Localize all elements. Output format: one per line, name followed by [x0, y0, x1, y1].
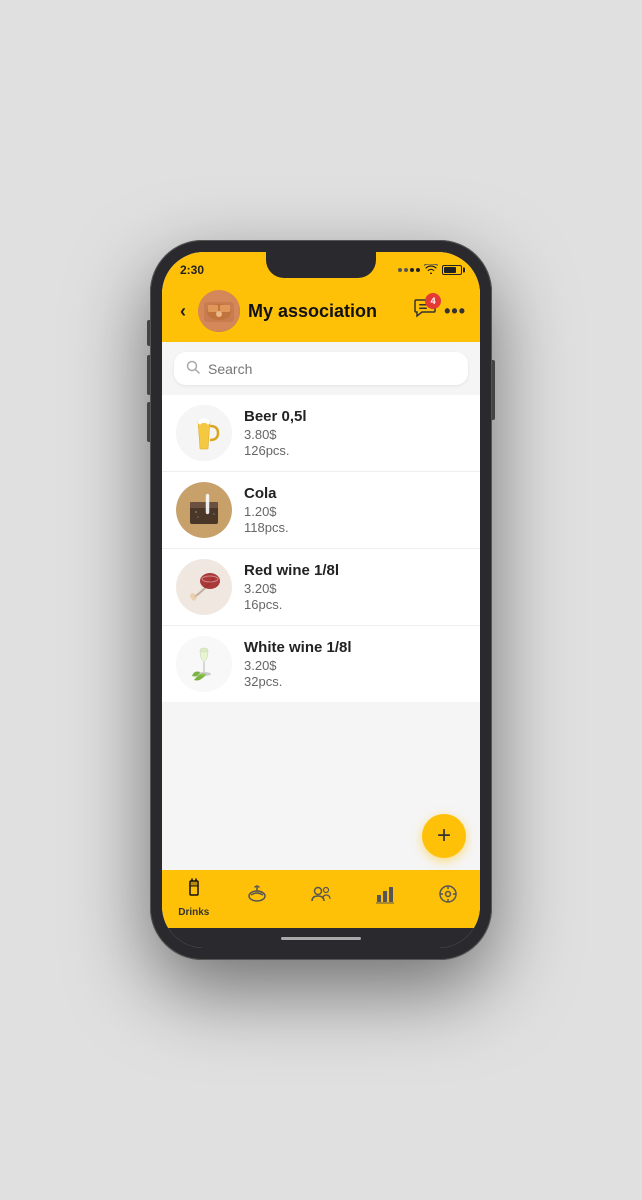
status-time: 2:30	[180, 263, 204, 277]
nav-item-settings[interactable]	[416, 883, 480, 911]
item-qty: 32pcs.	[244, 674, 466, 689]
items-list: Beer 0,5l 3.80$ 126pcs.	[162, 395, 480, 702]
signal-dot-2	[404, 268, 408, 272]
item-name: Red wine 1/8l	[244, 562, 466, 579]
list-item[interactable]: White wine 1/8l 3.20$ 32pcs.	[162, 626, 480, 702]
search-input[interactable]	[208, 361, 456, 377]
item-name: White wine 1/8l	[244, 639, 466, 656]
status-icons	[398, 264, 462, 277]
app-header: ‹ My association	[162, 284, 480, 342]
item-image-beer	[176, 405, 232, 461]
battery-icon	[442, 265, 462, 275]
signal-dot-4	[416, 268, 420, 272]
stats-icon	[374, 883, 396, 911]
wifi-icon	[424, 264, 438, 277]
item-price: 3.80$	[244, 427, 466, 442]
item-qty: 16pcs.	[244, 597, 466, 612]
header-actions: 4 •••	[414, 298, 466, 324]
item-qty: 126pcs.	[244, 443, 466, 458]
volume-down-button[interactable]	[147, 355, 150, 395]
scroll-container: Beer 0,5l 3.80$ 126pcs.	[162, 342, 480, 870]
drinks-nav-label: Drinks	[178, 907, 209, 918]
signal-dot-1	[398, 268, 402, 272]
item-name: Beer 0,5l	[244, 408, 466, 425]
item-info-red-wine: Red wine 1/8l 3.20$ 16pcs.	[244, 562, 466, 612]
home-indicator	[162, 928, 480, 948]
power-button[interactable]	[492, 360, 495, 420]
phone-screen: 2:30	[162, 252, 480, 948]
search-icon	[186, 360, 200, 377]
item-image-red-wine	[176, 559, 232, 615]
list-item[interactable]: Cola 1.20$ 118pcs.	[162, 472, 480, 549]
page-title: My association	[248, 301, 406, 322]
add-item-button[interactable]: +	[422, 814, 466, 858]
nav-item-members[interactable]	[289, 883, 353, 911]
notification-count: 4	[425, 293, 441, 309]
item-price: 3.20$	[244, 581, 466, 596]
item-price: 3.20$	[244, 658, 466, 673]
more-options-button[interactable]: •••	[444, 301, 466, 322]
signal-dot-3	[410, 268, 414, 272]
members-icon	[310, 883, 332, 911]
notch	[266, 252, 376, 278]
item-info-white-wine: White wine 1/8l 3.20$ 32pcs.	[244, 639, 466, 689]
list-item[interactable]: Beer 0,5l 3.80$ 126pcs.	[162, 395, 480, 472]
item-qty: 118pcs.	[244, 520, 466, 535]
volume-up-button[interactable]	[147, 320, 150, 346]
item-name: Cola	[244, 485, 466, 502]
nav-item-drinks[interactable]: Drinks	[162, 877, 226, 918]
back-button[interactable]: ‹	[176, 299, 190, 324]
avatar-image	[198, 290, 240, 332]
notifications-button[interactable]: 4	[414, 298, 436, 324]
search-container	[162, 342, 480, 395]
item-info-beer: Beer 0,5l 3.80$ 126pcs.	[244, 408, 466, 458]
content-area: Beer 0,5l 3.80$ 126pcs.	[162, 342, 480, 870]
settings-icon	[437, 883, 459, 911]
search-box[interactable]	[174, 352, 468, 385]
item-price: 1.20$	[244, 504, 466, 519]
phone-shell: 2:30	[150, 240, 492, 960]
home-bar	[281, 937, 361, 940]
food-icon	[246, 883, 268, 911]
list-item[interactable]: Red wine 1/8l 3.20$ 16pcs.	[162, 549, 480, 626]
drinks-icon	[183, 877, 205, 905]
item-image-white-wine	[176, 636, 232, 692]
nav-item-food[interactable]	[226, 883, 290, 911]
signal-icon	[398, 268, 420, 272]
item-info-cola: Cola 1.20$ 118pcs.	[244, 485, 466, 535]
silent-switch[interactable]	[147, 402, 150, 442]
association-avatar	[198, 290, 240, 332]
item-image-cola	[176, 482, 232, 538]
bottom-nav: Drinks	[162, 870, 480, 928]
battery-fill	[444, 267, 456, 273]
nav-item-stats[interactable]	[353, 883, 417, 911]
